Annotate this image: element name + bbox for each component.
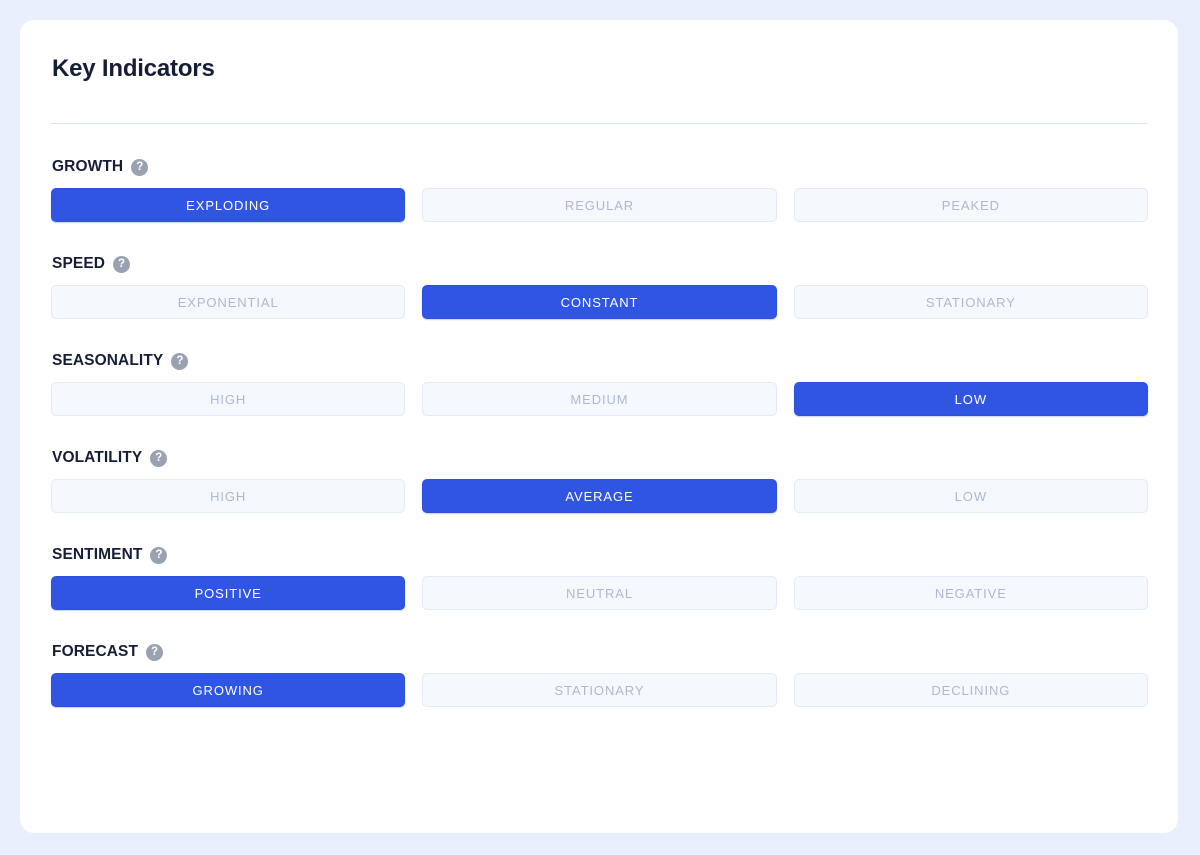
indicator-options: EXPLODING REGULAR PEAKED (51, 188, 1148, 222)
help-icon[interactable]: ? (113, 256, 131, 273)
indicator-label: SPEED (52, 255, 106, 272)
option-button[interactable]: LOW (793, 479, 1148, 513)
indicator-row: SENTIMENT? POSITIVE NEUTRAL NEGATIVE (51, 544, 1148, 610)
option-button[interactable]: REGULAR (422, 188, 777, 222)
indicator-label-group: SPEED? (51, 253, 1148, 275)
row-spacer (51, 610, 1148, 641)
page-title: Key Indicators (52, 55, 215, 82)
option-button[interactable]: GROWING (51, 673, 406, 707)
help-icon-glyph: ? (151, 645, 159, 658)
indicator-label: SEASONALITY (52, 352, 164, 369)
option-button[interactable]: NEGATIVE (793, 576, 1148, 610)
key-indicators-card: Key Indicators GROWTH? EXPLODING REGULAR PE… (20, 20, 1178, 833)
indicator-options: POSITIVE NEUTRAL NEGATIVE (51, 576, 1148, 610)
option-button[interactable]: LOW (793, 382, 1148, 416)
indicator-label-group: GROWTH? (51, 156, 1148, 178)
indicator-label-group: SEASONALITY? (51, 350, 1148, 372)
help-icon[interactable]: ? (146, 644, 164, 661)
indicator-row: SPEED? EXPONENTIAL CONSTANT STATIONARY (51, 253, 1148, 319)
indicator-label: GROWTH (52, 158, 124, 175)
option-button[interactable]: POSITIVE (51, 576, 406, 610)
help-icon[interactable]: ? (150, 450, 168, 467)
indicator-label-group: VOLATILITY? (51, 447, 1148, 469)
row-spacer (51, 416, 1148, 447)
indicator-options: EXPONENTIAL CONSTANT STATIONARY (51, 285, 1148, 319)
indicator-options: HIGH MEDIUM LOW (51, 382, 1148, 416)
option-button[interactable]: STATIONARY (793, 285, 1148, 319)
row-spacer (51, 513, 1148, 544)
indicator-label: FORECAST (52, 643, 139, 660)
indicator-list: GROWTH? EXPLODING REGULAR PEAKED SPEED? EXPON… (51, 156, 1148, 707)
indicator-options: GROWING STATIONARY DECLINING (51, 673, 1148, 707)
option-button[interactable]: EXPONENTIAL (51, 285, 406, 319)
help-icon[interactable]: ? (131, 159, 149, 176)
option-button[interactable]: HIGH (51, 382, 406, 416)
option-button[interactable]: DECLINING (793, 673, 1148, 707)
help-icon-glyph: ? (136, 160, 144, 173)
page-root: Key Indicators GROWTH? EXPLODING REGULAR PE… (0, 0, 1200, 855)
option-button[interactable]: MEDIUM (422, 382, 777, 416)
help-icon-glyph: ? (155, 548, 163, 561)
indicator-label: VOLATILITY (52, 449, 143, 466)
help-icon[interactable]: ? (150, 547, 168, 564)
indicator-row: FORECAST? GROWING STATIONARY DECLINING (51, 641, 1148, 707)
option-button[interactable]: AVERAGE (422, 479, 777, 513)
option-button[interactable]: HIGH (51, 479, 406, 513)
indicator-row: GROWTH? EXPLODING REGULAR PEAKED (51, 156, 1148, 222)
option-button[interactable]: STATIONARY (422, 673, 777, 707)
option-button[interactable]: EXPLODING (51, 188, 406, 222)
help-icon-glyph: ? (118, 257, 126, 270)
help-icon[interactable]: ? (171, 353, 189, 370)
indicator-label: SENTIMENT (52, 546, 143, 563)
option-button[interactable]: NEUTRAL (422, 576, 777, 610)
title-divider (51, 123, 1148, 124)
indicator-row: SEASONALITY? HIGH MEDIUM LOW (51, 350, 1148, 416)
indicator-options: HIGH AVERAGE LOW (51, 479, 1148, 513)
row-spacer (51, 319, 1148, 350)
indicator-row: VOLATILITY? HIGH AVERAGE LOW (51, 447, 1148, 513)
indicator-label-group: SENTIMENT? (51, 544, 1148, 566)
help-icon-glyph: ? (176, 354, 184, 367)
option-button[interactable]: PEAKED (793, 188, 1148, 222)
option-button[interactable]: CONSTANT (422, 285, 777, 319)
indicator-label-group: FORECAST? (51, 641, 1148, 663)
row-spacer (51, 222, 1148, 253)
help-icon-glyph: ? (155, 451, 163, 464)
